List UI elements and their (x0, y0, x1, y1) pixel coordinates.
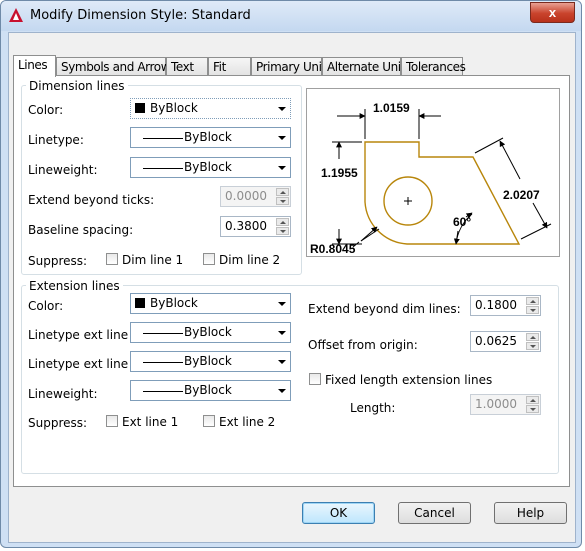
spin-up-icon[interactable] (276, 218, 289, 226)
cancel-button[interactable]: Cancel (398, 502, 471, 524)
chevron-down-icon (273, 99, 290, 118)
dim-line-2-checkbox[interactable] (203, 253, 215, 265)
autocad-app-icon (9, 8, 23, 22)
length-spinner: 1.0000 (470, 394, 541, 415)
linetype-ext-2-label: Linetype ext line 2: (28, 357, 144, 371)
tab-lines[interactable]: Lines (13, 55, 56, 77)
chevron-down-icon (273, 352, 290, 371)
linetype-ext-2-value: ByBlock (184, 354, 232, 368)
length-label: Length: (350, 401, 396, 415)
extend-beyond-ticks-value: 0.0000 (225, 189, 267, 203)
spin-down-icon (276, 197, 289, 205)
tab-primary-units[interactable]: Primary Units (251, 57, 332, 75)
spin-down-icon (526, 405, 539, 413)
ext-color-label: Color: (28, 299, 64, 313)
extend-beyond-dim-lines-value: 0.1800 (475, 298, 517, 312)
linetype-ext-1-value: ByBlock (184, 325, 232, 339)
dim-color-label: Color: (28, 103, 64, 117)
tab-text[interactable]: Text (166, 57, 208, 75)
offset-from-origin-spinner[interactable]: 0.0625 (470, 331, 541, 352)
baseline-spacing-spinner[interactable]: 0.3800 (220, 216, 291, 237)
ext-lineweight-value: ByBlock (184, 383, 232, 397)
dim-line-1-label: Dim line 1 (122, 253, 184, 267)
tab-symbols-and-arrows[interactable]: Symbols and Arrows (56, 57, 176, 75)
ext-suppress-label: Suppress: (28, 416, 88, 430)
tab-fit[interactable]: Fit (208, 57, 251, 75)
spin-down-icon[interactable] (526, 342, 539, 350)
dim-color-select[interactable]: ByBlock (130, 98, 291, 119)
ext-color-value: ByBlock (150, 296, 198, 310)
dimension-preview: 1.0159 1.1955 2.0207 60° R0.8045 (306, 88, 560, 257)
close-button[interactable]: x (530, 2, 575, 23)
dim-lineweight-label: Lineweight: (28, 163, 98, 177)
linetype-ext-2-select[interactable]: ByBlock (130, 351, 291, 372)
ext-lineweight-select[interactable]: ByBlock (130, 380, 291, 401)
dialog-body: Lines Symbols and Arrows Text Fit Primar… (8, 32, 576, 543)
dim-line-2-label: Dim line 2 (219, 253, 281, 267)
dim-color-value: ByBlock (150, 101, 198, 115)
dim-linetype-select[interactable]: ByBlock (130, 127, 291, 148)
fixed-length-label: Fixed length extension lines (325, 373, 493, 387)
title-bar: Modify Dimension Style: Standard x (1, 1, 581, 31)
length-value: 1.0000 (475, 397, 517, 411)
dim-lineweight-select[interactable]: ByBlock (130, 157, 291, 178)
extend-beyond-dim-lines-spinner[interactable]: 0.1800 (470, 295, 541, 316)
extension-lines-legend: Extension lines (26, 279, 123, 293)
dim-suppress-label: Suppress: (28, 254, 88, 268)
chevron-down-icon (273, 294, 290, 313)
dim-linetype-label: Linetype: (28, 133, 84, 147)
tab-tolerances[interactable]: Tolerances (401, 57, 466, 75)
line-sample (143, 333, 183, 334)
color-swatch (135, 103, 145, 113)
window-title: Modify Dimension Style: Standard (30, 8, 251, 23)
radius-text: R0.8045 (310, 242, 356, 256)
lines-tab-panel: Dimension lines Color: ByBlock Linetype:… (13, 75, 570, 487)
spin-down-icon[interactable] (526, 306, 539, 314)
spin-up-icon[interactable] (526, 333, 539, 341)
spin-up-icon[interactable] (526, 297, 539, 305)
dialog-window: Modify Dimension Style: Standard x Lines… (0, 0, 582, 548)
ext-line-2-checkbox[interactable] (203, 415, 215, 427)
fixed-length-checkbox[interactable] (309, 373, 321, 385)
baseline-spacing-value: 0.3800 (225, 219, 267, 233)
part-outline (364, 141, 521, 245)
ext-line-1-checkbox[interactable] (106, 415, 118, 427)
dim-right-text: 2.0207 (503, 188, 540, 202)
line-sample (143, 391, 183, 392)
line-sample (143, 362, 183, 363)
dim-line-1-checkbox[interactable] (106, 253, 118, 265)
ok-button[interactable]: OK (302, 502, 375, 524)
ext-color-select[interactable]: ByBlock (130, 293, 291, 314)
angle-text: 60° (453, 215, 471, 229)
spin-up-icon (276, 188, 289, 196)
line-sample (143, 168, 183, 169)
chevron-down-icon (273, 381, 290, 400)
baseline-spacing-label: Baseline spacing: (28, 223, 134, 237)
dim-lineweight-value: ByBlock (184, 160, 232, 174)
extend-beyond-dim-lines-label: Extend beyond dim lines: (308, 302, 461, 316)
extend-beyond-ticks-spinner: 0.0000 (220, 186, 291, 207)
line-sample (143, 138, 183, 139)
dim-top-text: 1.0159 (373, 101, 410, 115)
extend-beyond-ticks-label: Extend beyond ticks: (28, 193, 155, 207)
spin-up-icon (526, 396, 539, 404)
ext-lineweight-label: Lineweight: (28, 387, 98, 401)
ext-line-1-label: Ext line 1 (122, 415, 179, 429)
spin-down-icon[interactable] (276, 227, 289, 235)
color-swatch (135, 298, 145, 308)
chevron-down-icon (273, 323, 290, 342)
dim-left-text: 1.1955 (321, 166, 358, 180)
dimension-lines-legend: Dimension lines (26, 79, 128, 93)
chevron-down-icon (273, 128, 290, 147)
dim-linetype-value: ByBlock (184, 130, 232, 144)
preview-drawing: 1.0159 1.1955 2.0207 60° R0.8045 (310, 101, 552, 256)
linetype-ext-1-select[interactable]: ByBlock (130, 322, 291, 343)
chevron-down-icon (273, 158, 290, 177)
linetype-ext-1-label: Linetype ext line 1: (28, 328, 144, 342)
help-button[interactable]: Help (494, 502, 567, 524)
offset-from-origin-value: 0.0625 (475, 334, 517, 348)
tab-alternate-units[interactable]: Alternate Units (322, 57, 411, 75)
offset-from-origin-label: Offset from origin: (308, 338, 418, 352)
ext-line-2-label: Ext line 2 (219, 415, 276, 429)
